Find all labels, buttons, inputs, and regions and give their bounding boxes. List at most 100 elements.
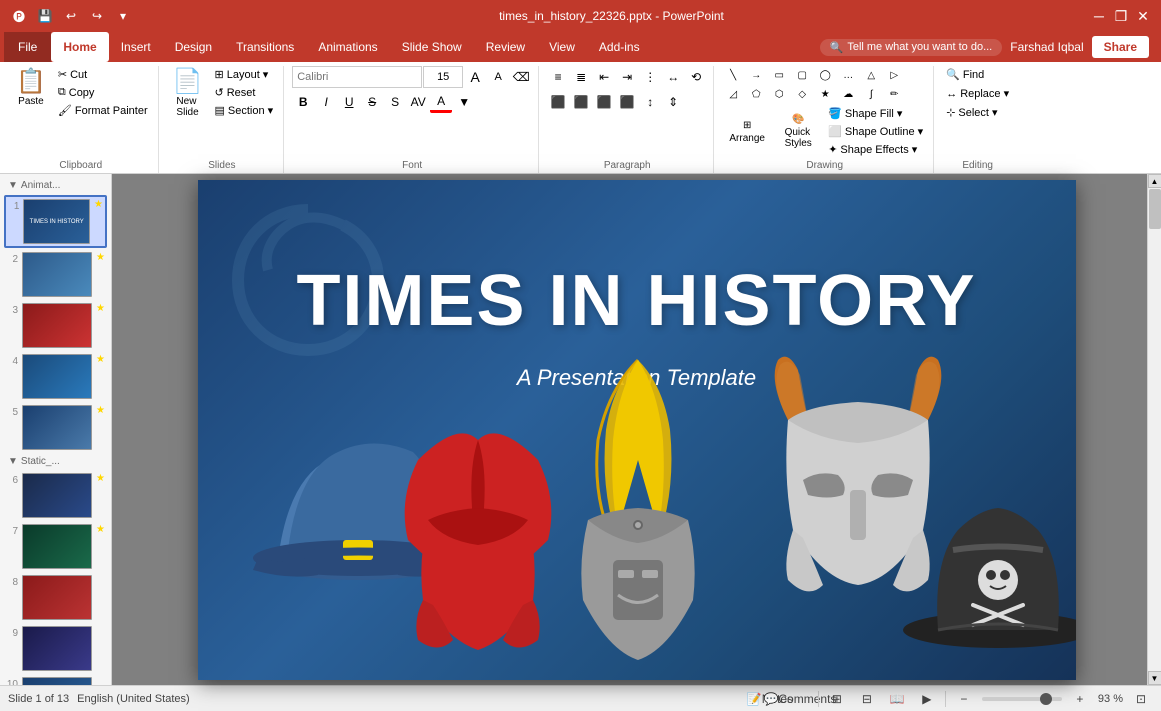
redo-button[interactable]: ↪	[86, 5, 108, 27]
find-button[interactable]: 🔍 Find	[942, 66, 988, 83]
para-spacing-button[interactable]: ⇕	[662, 91, 684, 113]
save-button[interactable]: 💾	[34, 5, 56, 27]
font-spacing-button[interactable]: AV	[407, 91, 429, 113]
menu-home[interactable]: Home	[51, 32, 108, 62]
paste-button[interactable]: 📋 Paste	[10, 66, 52, 111]
collapse-icon[interactable]: ▼	[8, 180, 18, 191]
font-name-input[interactable]	[292, 66, 422, 88]
menu-transitions[interactable]: Transitions	[224, 32, 306, 62]
shape-star[interactable]: ★	[814, 85, 836, 103]
shape-triangle1[interactable]: △	[860, 66, 882, 84]
slide-canvas[interactable]: TIMES IN HISTORY A Presentation Template	[198, 180, 1076, 680]
zoom-slider-thumb[interactable]	[1040, 693, 1052, 705]
shape-pentagon[interactable]: ⬠	[745, 85, 767, 103]
font-color-button[interactable]: A	[430, 91, 452, 113]
tell-me-search[interactable]: 🔍 Tell me what you want to do...	[820, 39, 1003, 56]
columns-button[interactable]: ⋮	[639, 66, 661, 88]
shape-hex[interactable]: ⬡	[768, 85, 790, 103]
customize-qat-button[interactable]: ▾	[112, 5, 134, 27]
slide-thumb-10[interactable]: 10	[4, 675, 107, 685]
shape-fill-button[interactable]: 🪣 Shape Fill ▾	[824, 105, 927, 122]
strikethrough-button[interactable]: S	[361, 91, 383, 113]
format-painter-button[interactable]: 🖌Format Painter	[54, 102, 152, 119]
menu-animations[interactable]: Animations	[306, 32, 389, 62]
shadow-button[interactable]: S	[384, 91, 406, 113]
shape-effects-button[interactable]: ✦ Shape Effects ▾	[824, 141, 927, 158]
highlight-button[interactable]: ▼	[453, 91, 475, 113]
reading-view-button[interactable]: 📖	[885, 689, 909, 709]
slide-thumb-3[interactable]: 3 ★	[4, 301, 107, 350]
bold-button[interactable]: B	[292, 91, 314, 113]
arrange-button[interactable]: ⊞ Arrange	[722, 116, 772, 148]
share-button[interactable]: Share	[1092, 36, 1149, 58]
bullets-button[interactable]: ≡	[547, 66, 569, 88]
menu-insert[interactable]: Insert	[109, 32, 163, 62]
replace-button[interactable]: ↔ Replace ▾	[942, 85, 1013, 102]
shape-cloud[interactable]: ☁	[837, 85, 859, 103]
justify-button[interactable]: ⬛	[616, 91, 638, 113]
slide-thumb-7[interactable]: 7 ★	[4, 522, 107, 571]
shape-curve[interactable]: ∫	[860, 85, 882, 103]
slide-sorter-button[interactable]: ⊟	[855, 689, 879, 709]
reset-button[interactable]: ↺Reset	[211, 84, 278, 101]
fit-window-button[interactable]: ⊡	[1129, 689, 1153, 709]
increase-indent-button[interactable]: ⇥	[616, 66, 638, 88]
minimize-button[interactable]: ─	[1089, 6, 1109, 26]
quick-styles-button[interactable]: 🎨 QuickStyles	[773, 110, 823, 153]
menu-file[interactable]: File	[4, 32, 51, 62]
menu-review[interactable]: Review	[474, 32, 537, 62]
shape-line[interactable]: ╲	[722, 66, 744, 84]
text-direction-button[interactable]: ↔	[662, 66, 684, 88]
slide-thumb-6[interactable]: 6 ★	[4, 471, 107, 520]
shape-diamond[interactable]: ◇	[791, 85, 813, 103]
undo-button[interactable]: ↩	[60, 5, 82, 27]
shape-more[interactable]: …	[837, 66, 859, 84]
slide-thumb-8[interactable]: 8	[4, 573, 107, 622]
zoom-in-button[interactable]: +	[1068, 689, 1092, 709]
slide-thumb-2[interactable]: 2 ★	[4, 250, 107, 299]
collapse-icon-2[interactable]: ▼	[8, 456, 18, 467]
shape-outline-button[interactable]: ⬜ Shape Outline ▾	[824, 123, 927, 140]
underline-button[interactable]: U	[338, 91, 360, 113]
smartart-convert-button[interactable]: ⟲	[685, 66, 707, 88]
scroll-thumb[interactable]	[1149, 189, 1161, 229]
scroll-down-button[interactable]: ▼	[1148, 671, 1161, 685]
decrease-font-button[interactable]: A	[487, 66, 509, 88]
clear-format-button[interactable]: ⌫	[510, 66, 532, 88]
comments-button[interactable]: 💬 Comments	[788, 689, 812, 709]
menu-view[interactable]: View	[537, 32, 587, 62]
align-left-button[interactable]: ⬛	[547, 91, 569, 113]
cut-button[interactable]: ✂Cut	[54, 66, 152, 83]
menu-design[interactable]: Design	[163, 32, 224, 62]
italic-button[interactable]: I	[315, 91, 337, 113]
scroll-up-button[interactable]: ▲	[1148, 174, 1161, 188]
select-button[interactable]: ⊹ Select ▾	[942, 104, 1001, 121]
slideshow-view-button[interactable]: ▶	[915, 689, 939, 709]
shape-arrow[interactable]: →	[745, 66, 767, 84]
slide-thumb-9[interactable]: 9	[4, 624, 107, 673]
slide-thumb-4[interactable]: 4 ★	[4, 352, 107, 401]
slide-thumb-1[interactable]: 1 TIMES IN HISTORY ★	[4, 195, 107, 248]
numbering-button[interactable]: ≣	[570, 66, 592, 88]
new-slide-button[interactable]: 📄 NewSlide	[167, 66, 209, 122]
menu-slideshow[interactable]: Slide Show	[390, 32, 474, 62]
align-center-button[interactable]: ⬛	[570, 91, 592, 113]
shape-triangle2[interactable]: ▷	[883, 66, 905, 84]
zoom-slider[interactable]	[982, 697, 1062, 701]
restore-button[interactable]: ❐	[1111, 6, 1131, 26]
shape-rtriangle[interactable]: ◿	[722, 85, 744, 103]
shape-freeform[interactable]: ✏	[883, 85, 905, 103]
section-button[interactable]: ▤Section ▾	[211, 102, 278, 119]
shape-ellipse[interactable]: ◯	[814, 66, 836, 84]
copy-button[interactable]: ⧉Copy	[54, 84, 152, 101]
close-button[interactable]: ✕	[1133, 6, 1153, 26]
shape-rect[interactable]: ▭	[768, 66, 790, 84]
slide-thumb-5[interactable]: 5 ★	[4, 403, 107, 452]
normal-view-button[interactable]: ⊞	[825, 689, 849, 709]
layout-button[interactable]: ⊞Layout ▾	[211, 66, 278, 83]
align-right-button[interactable]: ⬛	[593, 91, 615, 113]
increase-font-button[interactable]: A	[464, 66, 486, 88]
shape-rounded-rect[interactable]: ▢	[791, 66, 813, 84]
decrease-indent-button[interactable]: ⇤	[593, 66, 615, 88]
font-size-input[interactable]	[423, 66, 463, 88]
